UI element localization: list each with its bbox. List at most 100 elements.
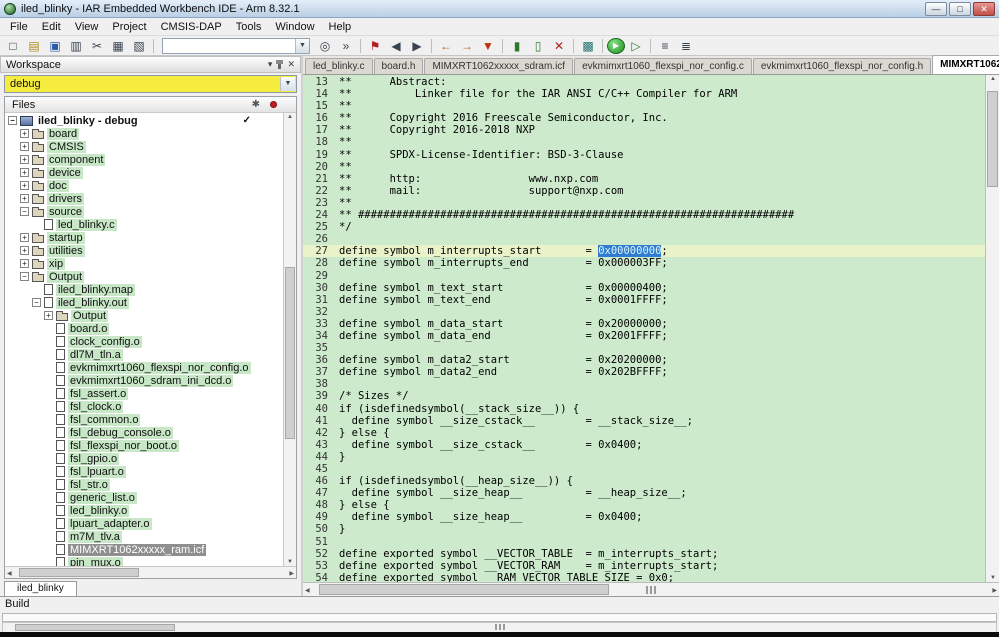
stop-build-icon[interactable]: ✕ (549, 37, 569, 55)
breakpoint-column-icon[interactable] (270, 101, 277, 108)
editor-tab-board-h[interactable]: board.h (373, 58, 424, 74)
print-icon[interactable]: ▥ (66, 37, 86, 55)
code-line-40[interactable]: 40 if (isdefinedsymbol(__stack_size__)) { (303, 403, 985, 415)
code-line-19[interactable]: 19 ** SPDX-License-Identifier: BSD-3-Clau… (303, 149, 985, 161)
code-line-50[interactable]: 50} (303, 523, 985, 535)
expand-icon[interactable]: + (20, 246, 29, 255)
scrollbar-thumb[interactable] (19, 568, 139, 577)
tree-item-mimxrt1062xxxxx-ram-icf[interactable]: MIMXRT1062xxxxx_ram.icf (5, 543, 283, 556)
workspace-tab-iled-blinky[interactable]: iled_blinky (4, 581, 77, 596)
tree-item-cmsis[interactable]: + CMSIS (5, 140, 283, 153)
code-line-24[interactable]: 24 ** ###################################… (303, 209, 985, 221)
tree-item-device[interactable]: + device (5, 166, 283, 179)
splitter-grip[interactable] (494, 624, 505, 630)
tree-item-output[interactable]: − Output (5, 270, 283, 283)
editor-horizontal-scrollbar[interactable]: ◀ ▶ (303, 582, 999, 596)
close-button[interactable]: ✕ (973, 1, 995, 16)
compile-icon[interactable]: ▯ (528, 37, 548, 55)
expand-icon[interactable]: + (44, 311, 53, 320)
pin-icon[interactable] (276, 60, 284, 69)
scroll-up-icon[interactable]: ▲ (287, 114, 293, 120)
chevron-down-icon[interactable]: ▼ (280, 77, 295, 91)
code-line-45[interactable]: 45 (303, 463, 985, 475)
gear-icon[interactable]: ✱ (252, 99, 260, 110)
code-line-46[interactable]: 46 if (isdefinedsymbol(__heap_size__)) { (303, 475, 985, 487)
build-output-area[interactable] (2, 613, 997, 622)
chevron-down-icon[interactable]: ▼ (295, 38, 309, 53)
code-line-14[interactable]: 14 ** Linker file for the IAR ANSI C/C++ … (303, 88, 985, 100)
scroll-right-icon[interactable]: ▶ (289, 570, 294, 577)
code-line-32[interactable]: 32 (303, 306, 985, 318)
code-line-41[interactable]: 41 define symbol __size_cstack__ = __sta… (303, 415, 985, 427)
code-line-20[interactable]: 20 ** (303, 161, 985, 173)
code-line-27[interactable]: 27 define symbol m_interrupts_start = 0x0… (303, 245, 985, 258)
code-line-47[interactable]: 47 define symbol __size_heap__ = __heap_… (303, 487, 985, 499)
tree-item-board-o[interactable]: board.o (5, 322, 283, 335)
code-line-13[interactable]: 13 ** Abstract: (303, 76, 985, 88)
menu-file[interactable]: File (3, 20, 35, 34)
code-line-21[interactable]: 21 ** http: www.nxp.com (303, 173, 985, 185)
minimize-button[interactable]: — (925, 1, 947, 16)
close-panel-icon[interactable]: ✕ (287, 59, 295, 70)
download-and-debug-icon[interactable]: ▶ (607, 37, 625, 54)
tree-item-evkmimxrt1060-flexspi-nor-config-o[interactable]: evkmimxrt1060_flexspi_nor_config.o (5, 361, 283, 374)
tree-item-clock-config-o[interactable]: clock_config.o (5, 335, 283, 348)
navigate-backward-icon[interactable]: ← (436, 37, 456, 55)
code-line-16[interactable]: 16 ** Copyright 2016 Freescale Semiconduc… (303, 112, 985, 124)
workspace-panel-header[interactable]: Workspace ▾ ✕ (0, 56, 301, 73)
tree-item-fsl-gpio-o[interactable]: fsl_gpio.o (5, 452, 283, 465)
menu-view[interactable]: View (68, 20, 106, 34)
chevron-down-icon[interactable]: ▾ (268, 59, 273, 70)
menu-tools[interactable]: Tools (229, 20, 269, 34)
code-line-44[interactable]: 44} (303, 451, 985, 463)
tree-item-fsl-common-o[interactable]: fsl_common.o (5, 413, 283, 426)
expand-icon[interactable]: + (20, 168, 29, 177)
build-horizontal-scrollbar[interactable] (2, 622, 997, 632)
find-next-icon[interactable]: » (336, 37, 356, 55)
expand-icon[interactable]: + (20, 129, 29, 138)
tree-vertical-scrollbar[interactable]: ▲ ▼ (283, 113, 296, 566)
tree-item-doc[interactable]: + doc (5, 179, 283, 192)
tree-item-iled-blinky-out[interactable]: − iled_blinky.out (5, 296, 283, 309)
menu-cmsis-dap[interactable]: CMSIS-DAP (154, 20, 229, 34)
tree-item-source[interactable]: − source (5, 205, 283, 218)
scroll-down-icon[interactable]: ▼ (287, 559, 293, 565)
tree-item-board[interactable]: + board (5, 127, 283, 140)
build-config-select[interactable]: debug ▼ (4, 75, 297, 93)
tree-item-fsl-clock-o[interactable]: fsl_clock.o (5, 400, 283, 413)
code-line-28[interactable]: 28 define symbol m_interrupts_end = 0x000… (303, 257, 985, 269)
go-to-definition-icon[interactable]: ▼ (478, 37, 498, 55)
debug-without-downloading-icon[interactable]: ▷ (626, 37, 646, 55)
tree-item-fsl-flexspi-nor-boot-o[interactable]: fsl_flexspi_nor_boot.o (5, 439, 283, 452)
code-line-31[interactable]: 31 define symbol m_text_end = 0x0001FFFF; (303, 294, 985, 306)
code-line-48[interactable]: 48} else { (303, 499, 985, 511)
scrollbar-thumb[interactable] (285, 267, 295, 440)
collapse-icon[interactable]: − (20, 207, 29, 216)
build-panel-title[interactable]: Build (0, 597, 999, 612)
code-line-54[interactable]: 54 define exported symbol __RAM_VECTOR_TA… (303, 572, 985, 582)
view-options-icon[interactable]: ≡ (655, 37, 675, 55)
next-bookmark-icon[interactable]: ▶ (407, 37, 427, 55)
tree-item-fsl-lpuart-o[interactable]: fsl_lpuart.o (5, 465, 283, 478)
scroll-right-icon[interactable]: ▶ (992, 587, 997, 594)
navigate-forward-icon[interactable]: → (457, 37, 477, 55)
tree-item-generic-list-o[interactable]: generic_list.o (5, 491, 283, 504)
editor-tab-evkmimxrt1060-flexspi-nor-config-c[interactable]: evkmimxrt1060_flexspi_nor_config.c (574, 58, 752, 74)
expand-icon[interactable]: + (20, 259, 29, 268)
save-icon[interactable]: ▣ (45, 37, 65, 55)
expand-icon[interactable]: + (20, 181, 29, 190)
copy-icon[interactable]: ▦ (108, 37, 128, 55)
tree-item-xip[interactable]: + xip (5, 257, 283, 270)
tree-item-drivers[interactable]: + drivers (5, 192, 283, 205)
expand-icon[interactable]: + (20, 142, 29, 151)
editor-tab-mimxrt1062xxxxx-ram-icf[interactable]: MIMXRT1062xxxxx_ram.icf (932, 55, 999, 74)
tree-item-evkmimxrt1060-sdram-ini-dcd-o[interactable]: evkmimxrt1060_sdram_ini_dcd.o (5, 374, 283, 387)
tree-item-led-blinky-c[interactable]: led_blinky.c (5, 218, 283, 231)
maximize-button[interactable]: □ (949, 1, 971, 16)
scrollbar-thumb[interactable] (15, 624, 175, 631)
code-line-36[interactable]: 36 define symbol m_data2_start = 0x202000… (303, 354, 985, 366)
code-line-42[interactable]: 42} else { (303, 427, 985, 439)
code-line-17[interactable]: 17 ** Copyright 2016-2018 NXP (303, 124, 985, 136)
code-line-51[interactable]: 51 (303, 536, 985, 548)
collapse-icon[interactable]: − (32, 298, 41, 307)
